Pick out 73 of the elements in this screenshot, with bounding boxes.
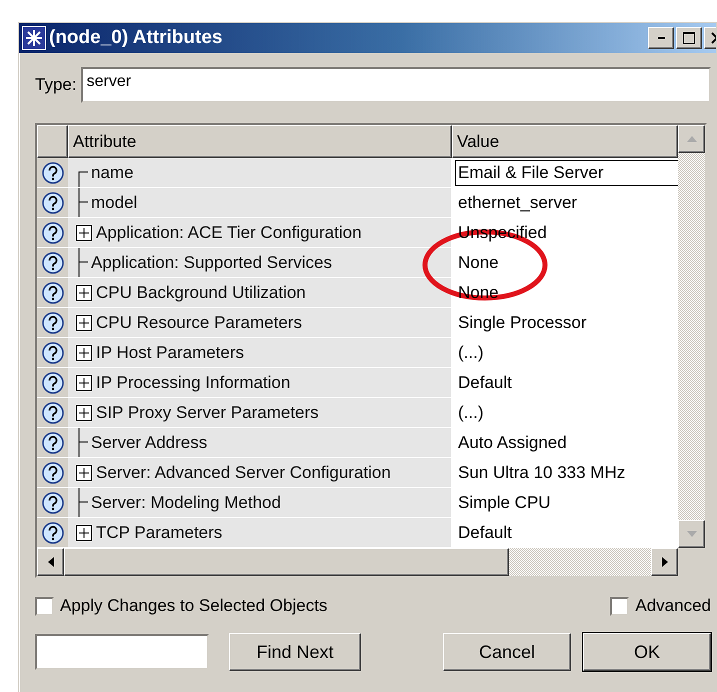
type-label: Type: — [35, 75, 77, 95]
expand-icon[interactable] — [76, 404, 92, 420]
tree-line-icon — [78, 248, 88, 277]
tree-line-icon — [78, 488, 88, 517]
checkbox[interactable] — [35, 596, 54, 616]
tree-line-icon — [78, 428, 88, 457]
cancel-button[interactable]: Cancel — [443, 633, 571, 671]
attribute-name: Server: Advanced Server Configuration — [96, 462, 391, 482]
column-header[interactable]: Value — [452, 125, 678, 158]
expand-icon[interactable] — [76, 284, 92, 300]
column-header[interactable]: Attribute — [68, 125, 452, 158]
expand-icon[interactable] — [76, 224, 92, 240]
checkbox[interactable] — [610, 596, 630, 616]
search-field[interactable] — [35, 634, 209, 670]
find-next-button[interactable]: Find Next — [229, 633, 361, 671]
help-icon[interactable] — [42, 522, 64, 544]
attribute-name: SIP Proxy Server Parameters — [96, 402, 319, 422]
attribute-name: name — [91, 162, 134, 182]
maximize-icon — [683, 32, 695, 44]
attribute-value: None — [457, 252, 499, 272]
help-icon[interactable] — [42, 312, 64, 334]
help-icon[interactable] — [42, 222, 64, 244]
attribute-value: ethernet_server — [457, 192, 578, 212]
help-icon[interactable] — [42, 432, 64, 454]
horizontal-scrollbar[interactable] — [37, 548, 705, 576]
help-icon[interactable] — [42, 252, 64, 274]
attribute-name: Server Address — [91, 432, 208, 452]
type-field[interactable]: server — [80, 67, 711, 103]
attribute-name: Server: Modeling Method — [91, 492, 281, 512]
attribute-name: IP Host Parameters — [96, 342, 244, 362]
help-icon[interactable] — [42, 192, 64, 214]
help-icon[interactable] — [42, 162, 64, 184]
expand-icon[interactable] — [76, 374, 92, 390]
maximize-button[interactable] — [676, 27, 702, 49]
attribute-value: Default — [457, 522, 512, 542]
attribute-value: (...) — [457, 402, 484, 422]
attribute-value: Sun Ultra 10 333 MHz — [457, 462, 626, 482]
checkbox-label[interactable]: Advanced — [635, 596, 711, 616]
star-icon — [22, 26, 46, 50]
attribute-name: IP Processing Information — [96, 372, 290, 392]
window-title: (node_0) Attributes — [49, 27, 224, 49]
help-icon[interactable] — [42, 492, 64, 514]
attribute-name: Application: ACE Tier Configuration — [96, 222, 362, 242]
attribute-value: (...) — [457, 342, 484, 362]
checkbox-label[interactable]: Apply Changes to Selected Objects — [60, 596, 328, 616]
scroll-right-icon[interactable] — [651, 548, 678, 576]
expand-icon[interactable] — [76, 524, 92, 540]
attribute-name: CPU Resource Parameters — [96, 312, 302, 332]
scroll-down-icon[interactable] — [678, 520, 705, 548]
attribute-value: Simple CPU — [457, 492, 551, 512]
help-icon[interactable] — [42, 402, 64, 424]
expand-icon[interactable] — [76, 464, 92, 480]
minimize-button[interactable] — [648, 27, 674, 49]
attribute-name: CPU Background Utilization — [96, 282, 306, 302]
attribute-name: TCP Parameters — [96, 522, 222, 542]
value-field[interactable]: Email & File Server — [455, 160, 678, 186]
attribute-name: model — [91, 192, 138, 212]
scroll-left-icon[interactable] — [37, 548, 64, 576]
ok-button[interactable]: OK — [583, 633, 711, 671]
help-icon[interactable] — [42, 342, 64, 364]
attribute-name: Application: Supported Services — [91, 252, 332, 272]
help-icon[interactable] — [42, 372, 64, 394]
scroll-thumb[interactable] — [64, 548, 509, 576]
scroll-up-icon[interactable] — [678, 125, 705, 153]
help-icon[interactable] — [42, 462, 64, 484]
vertical-scrollbar[interactable] — [678, 125, 705, 548]
expand-icon[interactable] — [76, 314, 92, 330]
help-icon[interactable] — [42, 282, 64, 304]
attribute-value: Auto Assigned — [457, 432, 567, 452]
expand-icon[interactable] — [76, 344, 92, 360]
attribute-value: Single Processor — [457, 312, 587, 332]
minimize-icon — [658, 37, 664, 39]
attribute-value: Default — [457, 372, 512, 392]
